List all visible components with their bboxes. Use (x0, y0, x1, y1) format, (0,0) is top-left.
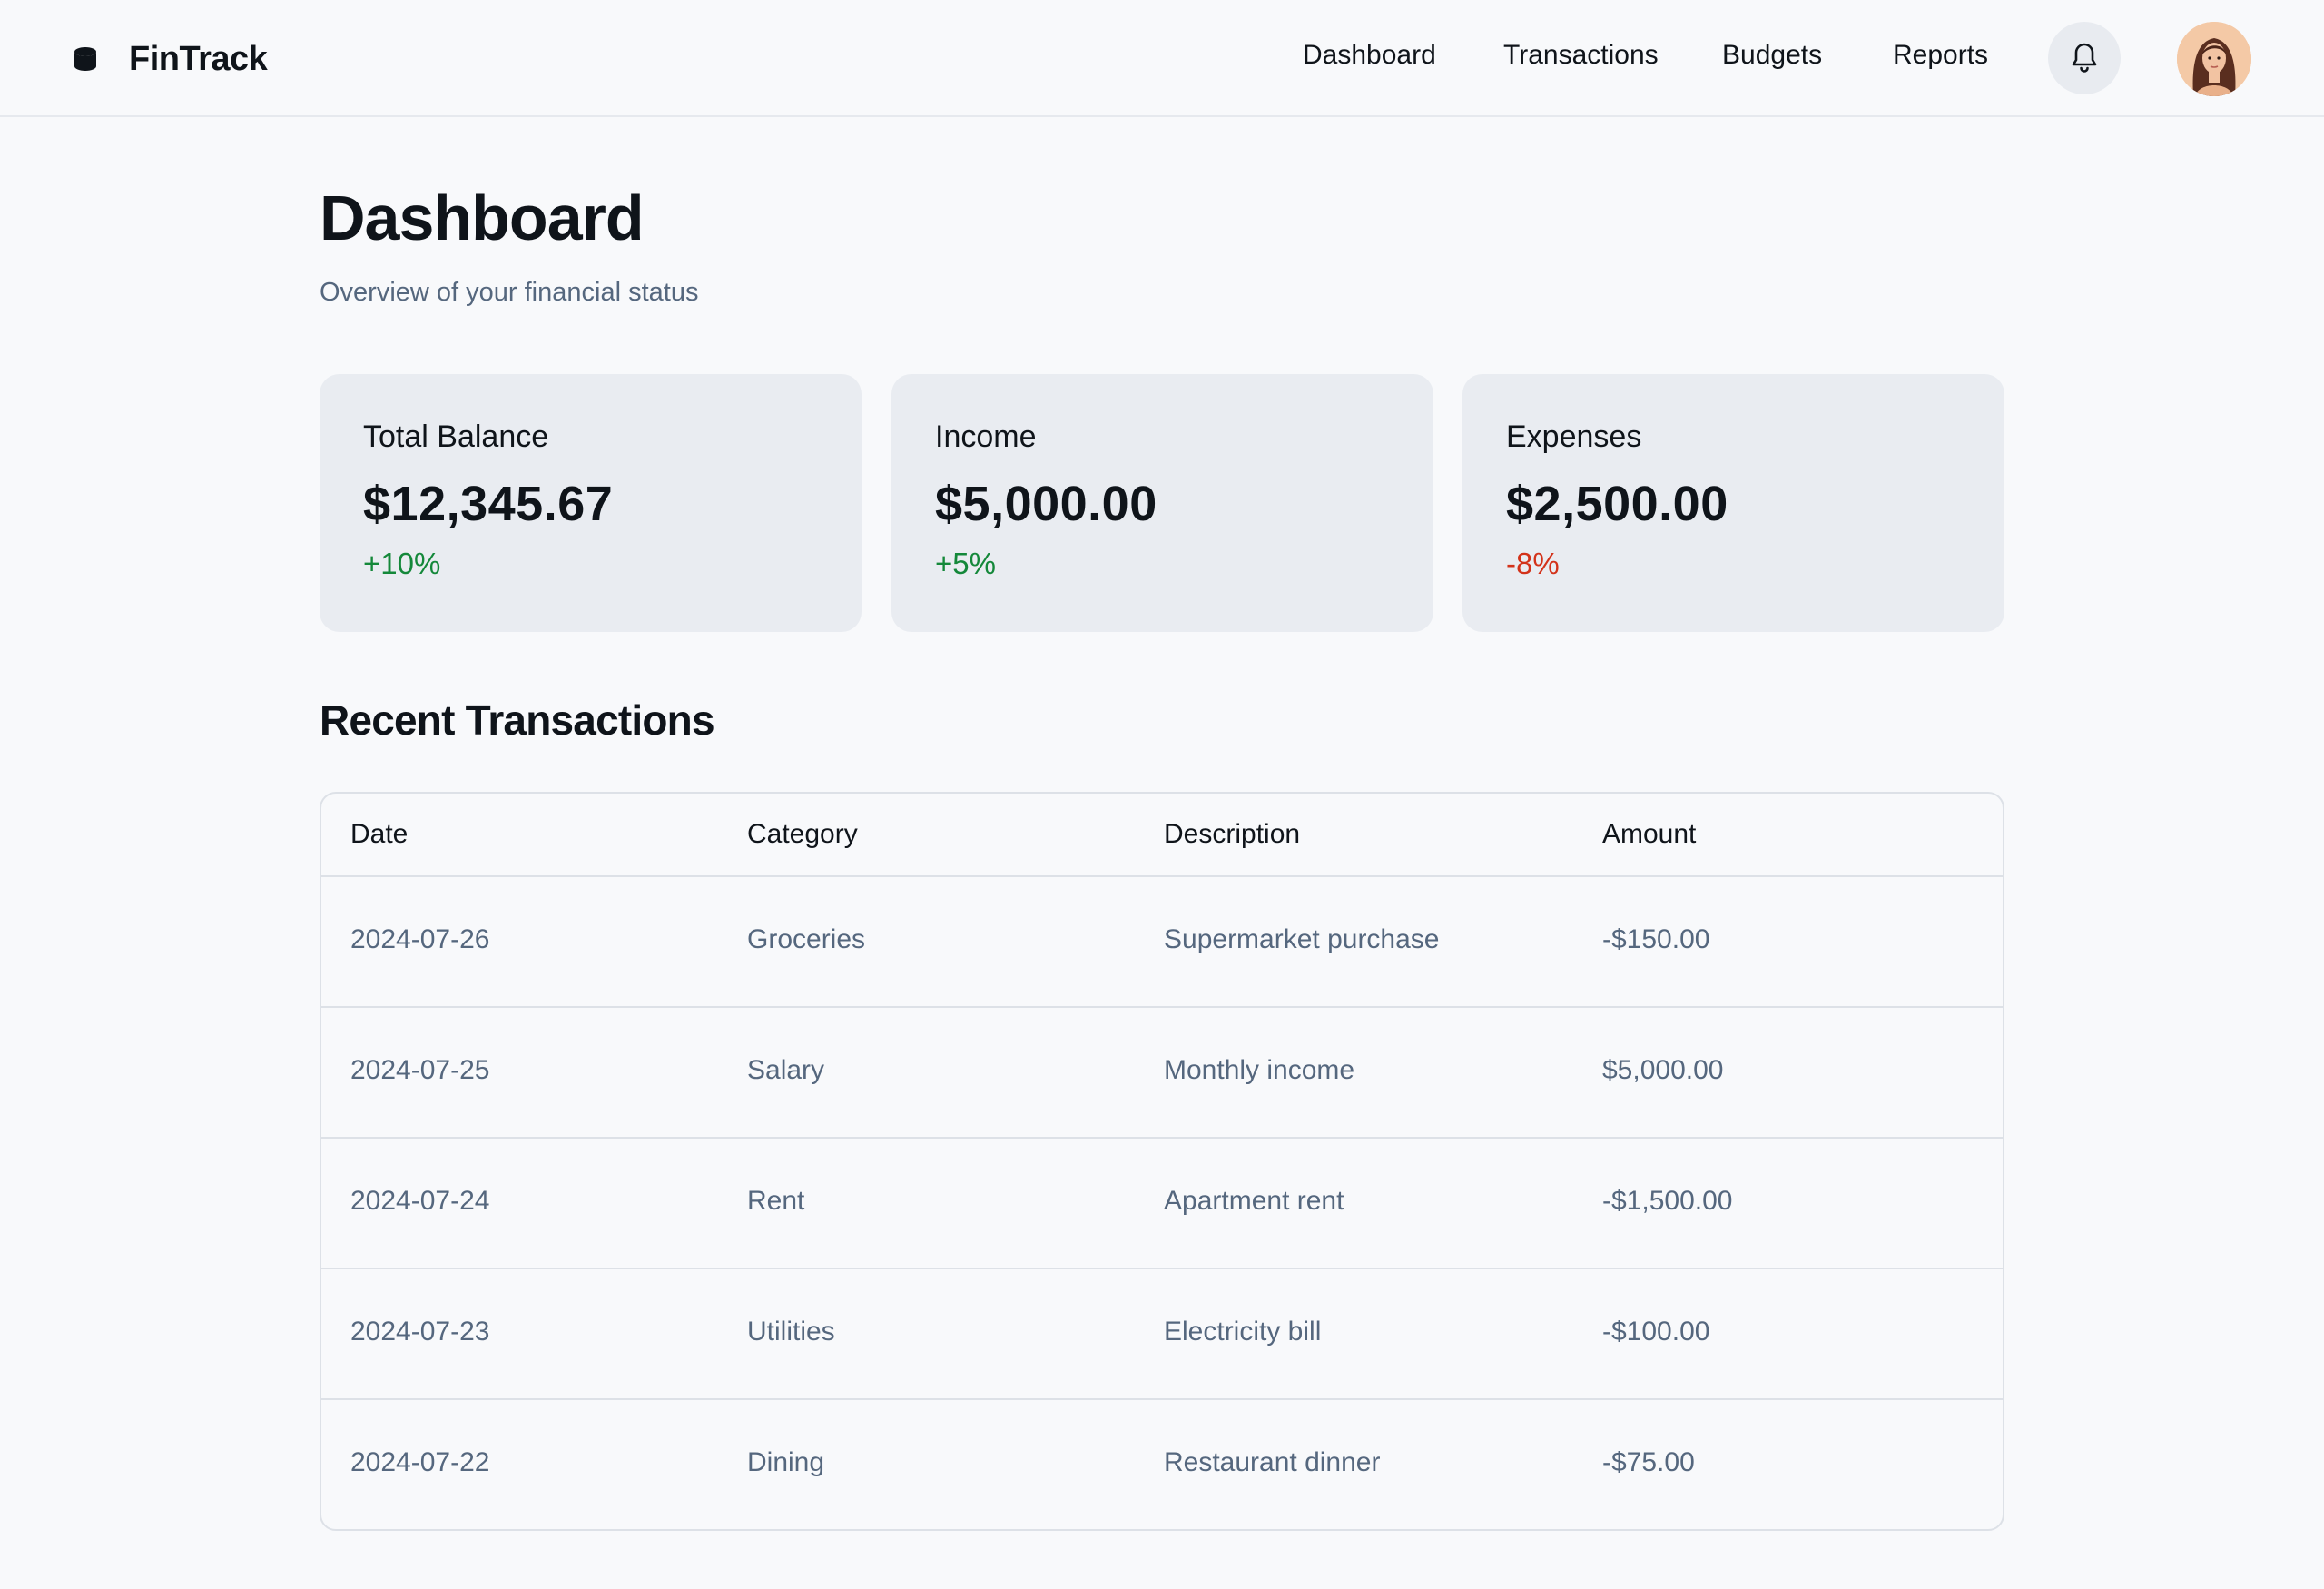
card-label: Expenses (1506, 419, 1642, 454)
card-change: +10% (363, 547, 441, 580)
column-header-description[interactable]: Description (1164, 819, 1300, 850)
card-value: $12,345.67 (363, 477, 614, 531)
database-icon (73, 46, 98, 72)
card-value: $2,500.00 (1506, 477, 1728, 531)
table-row[interactable]: 2024-07-26 Groceries Supermarket purchas… (321, 877, 2003, 1008)
bell-icon (2069, 40, 2100, 77)
cell-description: Restaurant dinner (1164, 1447, 1381, 1477)
cell-amount: -$75.00 (1602, 1447, 1695, 1477)
table-row[interactable]: 2024-07-23 Utilities Electricity bill -$… (321, 1269, 2003, 1400)
cell-amount: -$1,500.00 (1602, 1186, 1733, 1216)
cell-date: 2024-07-26 (350, 924, 490, 954)
page-title: Dashboard (320, 183, 645, 253)
card-change: +5% (935, 547, 996, 580)
card-value: $5,000.00 (935, 477, 1157, 531)
column-header-date[interactable]: Date (350, 819, 408, 850)
column-header-amount[interactable]: Amount (1602, 819, 1696, 850)
summary-card-income: Income $5,000.00 +5% (891, 374, 1433, 632)
card-change: -8% (1506, 547, 1560, 580)
cell-amount: -$100.00 (1602, 1317, 1710, 1347)
cell-date: 2024-07-22 (350, 1447, 490, 1477)
brand[interactable]: FinTrack (73, 35, 268, 84)
card-label: Income (935, 419, 1037, 454)
cell-description: Monthly income (1164, 1055, 1355, 1085)
avatar-portrait (2177, 22, 2251, 96)
notifications-button[interactable] (2048, 22, 2121, 94)
recent-transactions-title: Recent Transactions (320, 696, 715, 744)
transactions-table: Date Category Description Amount 2024-07… (320, 792, 2004, 1531)
cell-category: Utilities (747, 1317, 835, 1347)
brand-name: FinTrack (129, 39, 268, 78)
cell-category: Rent (747, 1186, 805, 1216)
cell-date: 2024-07-24 (350, 1186, 490, 1216)
card-label: Total Balance (363, 419, 549, 454)
table-row[interactable]: 2024-07-22 Dining Restaurant dinner -$75… (321, 1400, 2003, 1529)
table-header: Date Category Description Amount (321, 794, 2003, 877)
cell-amount: $5,000.00 (1602, 1055, 1724, 1085)
user-avatar[interactable] (2177, 22, 2251, 96)
nav-link-transactions[interactable]: Transactions (1503, 40, 1659, 71)
table-row[interactable]: 2024-07-25 Salary Monthly income $5,000.… (321, 1008, 2003, 1139)
cell-category: Salary (747, 1055, 825, 1085)
nav-link-dashboard[interactable]: Dashboard (1303, 40, 1436, 71)
cell-description: Apartment rent (1164, 1186, 1344, 1216)
nav-link-reports[interactable]: Reports (1893, 40, 1988, 71)
cell-description: Electricity bill (1164, 1317, 1322, 1347)
summary-card-expenses: Expenses $2,500.00 -8% (1462, 374, 2004, 632)
page-subtitle: Overview of your financial status (320, 278, 699, 307)
cell-date: 2024-07-25 (350, 1055, 490, 1085)
nav-link-budgets[interactable]: Budgets (1722, 40, 1822, 71)
top-navigation-bar: FinTrack Dashboard Transactions Budgets … (0, 0, 2324, 117)
cell-amount: -$150.00 (1602, 924, 1710, 954)
table-row[interactable]: 2024-07-24 Rent Apartment rent -$1,500.0… (321, 1139, 2003, 1269)
summary-card-total-balance: Total Balance $12,345.67 +10% (320, 374, 862, 632)
cell-category: Dining (747, 1447, 825, 1477)
column-header-category[interactable]: Category (747, 819, 858, 850)
cell-date: 2024-07-23 (350, 1317, 490, 1347)
cell-description: Supermarket purchase (1164, 924, 1440, 954)
cell-category: Groceries (747, 924, 866, 954)
